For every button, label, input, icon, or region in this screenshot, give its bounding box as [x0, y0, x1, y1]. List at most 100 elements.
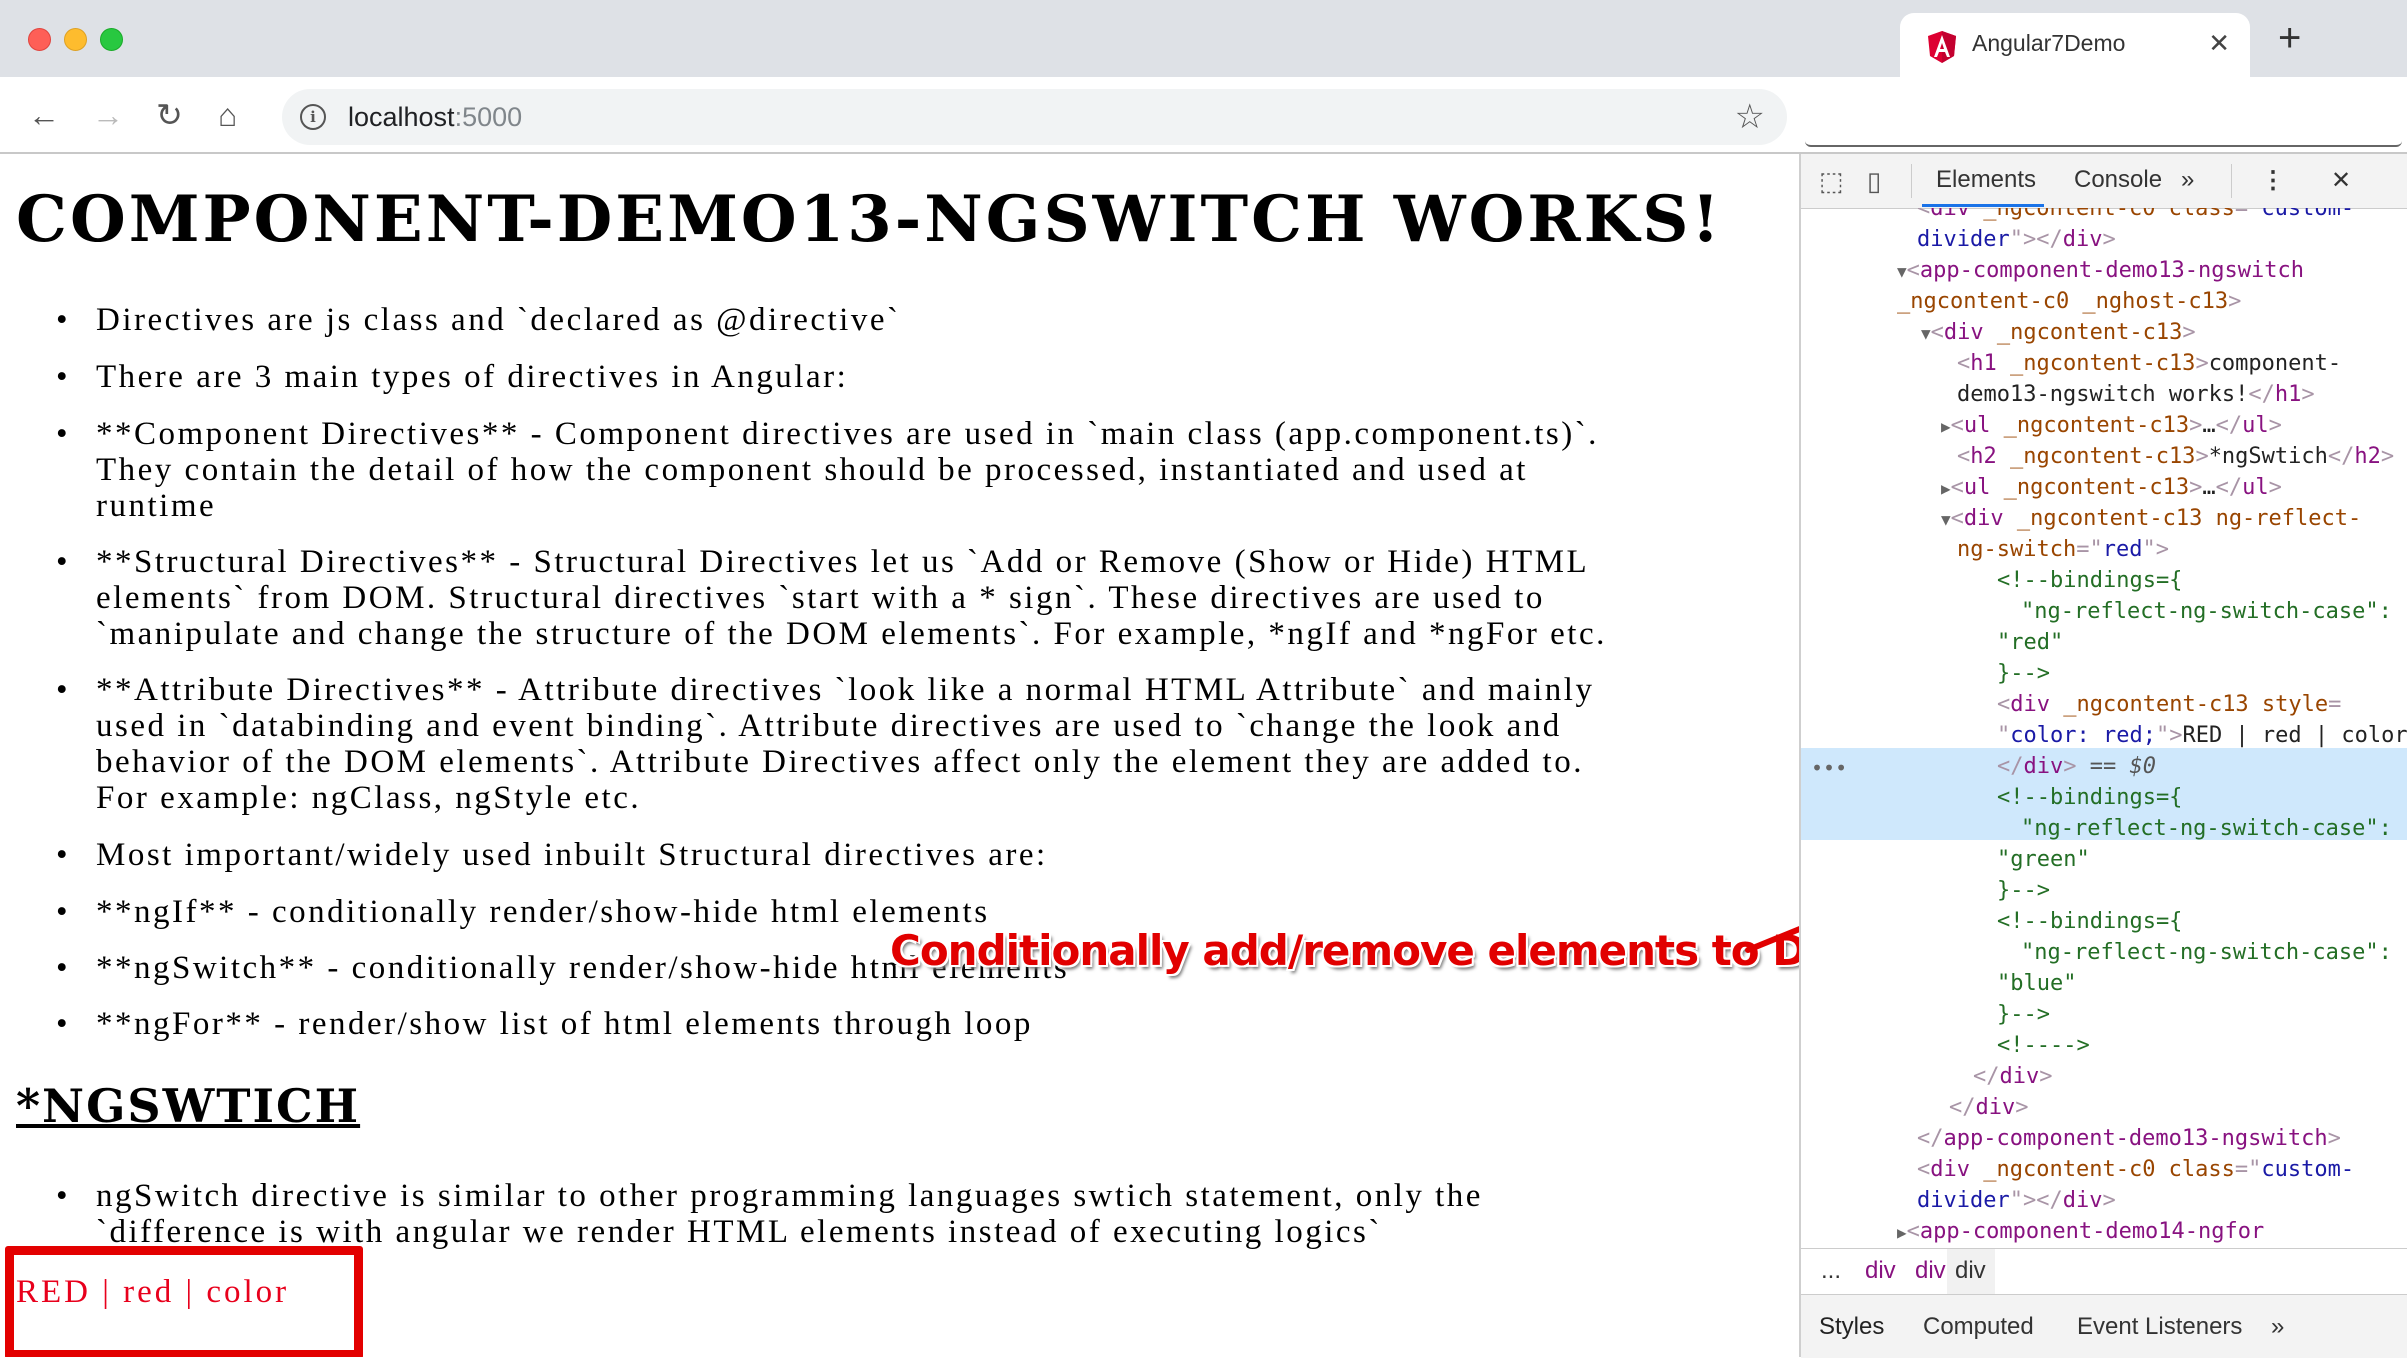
tab-close-icon[interactable]: ✕ [2208, 28, 2230, 59]
list-item-line: **Component Directives** - Component dir… [96, 416, 1599, 452]
list-item: ngSwitch directive is similar to other p… [56, 1178, 1776, 1250]
dom-node[interactable]: </app-component-demo13-ngswitch> [1917, 1123, 2341, 1154]
dom-comment[interactable]: "red" [1997, 627, 2063, 658]
list-item-text: **ngFor** - render/show list of html ele… [96, 1006, 1033, 1042]
page-content: COMPONENT-DEMO13-NGSWITCH WORKS! Directi… [0, 154, 1799, 1357]
dom-node[interactable]: </div> [1949, 1092, 2029, 1123]
list-item: There are 3 main types of directives in … [56, 359, 1776, 395]
extensions-area [1805, 89, 2402, 147]
dom-comment[interactable]: "ng-reflect-ng-switch-case": [2021, 937, 2392, 968]
url-text[interactable]: localhost:5000 [348, 102, 522, 133]
dom-node[interactable]: _ngcontent-c0 _nghost-c13> [1897, 286, 2241, 317]
close-devtools-icon[interactable]: ✕ [2331, 166, 2351, 195]
dom-comment[interactable]: "green" [1997, 844, 2090, 875]
window-titlebar: Angular7Demo ✕ + [0, 0, 2407, 77]
section-heading: *NGSWTICH [16, 1079, 361, 1133]
dom-node[interactable]: <h1 _ngcontent-c13>component- [1957, 348, 2341, 379]
tab-title: Angular7Demo [1972, 30, 2126, 56]
back-icon[interactable]: ← [28, 95, 60, 135]
dom-comment[interactable]: "ng-reflect-ng-switch-case": [2021, 596, 2392, 627]
dom-tree[interactable]: ••• <div _ngcontent-c0 class="custom- di… [1801, 208, 2407, 1248]
address-bar[interactable]: i localhost:5000 ☆ [282, 89, 1787, 145]
info-icon[interactable]: i [300, 104, 326, 130]
close-window-button[interactable] [28, 28, 51, 51]
divider [1911, 164, 1912, 198]
list-item-line: used in `databinding and event binding`.… [96, 708, 1562, 744]
dom-node[interactable]: divider"></div> [1917, 224, 2116, 255]
inspect-element-icon[interactable]: ⬚ [1819, 166, 1844, 197]
url-host: localhost [348, 102, 455, 132]
tab-elements[interactable]: Elements [1936, 166, 2036, 194]
bookmark-star-icon[interactable]: ☆ [1735, 97, 1765, 137]
breadcrumb: ... div div div [1801, 1248, 2407, 1295]
dom-node-selected[interactable]: "color: red;">RED | red | color [1997, 720, 2407, 751]
dom-node[interactable]: ▶<ul _ngcontent-c13>…</ul> [1941, 472, 2282, 504]
dom-node[interactable]: ng-switch="red"> [1957, 534, 2169, 565]
forward-icon[interactable]: → [92, 95, 124, 135]
list-item-text: **ngIf** - conditionally render/show-hid… [96, 894, 990, 930]
dom-comment[interactable]: }--> [1997, 875, 2050, 906]
breadcrumb-item-active[interactable]: div [1955, 1257, 1986, 1285]
new-tab-button[interactable]: + [2278, 18, 2301, 58]
breadcrumb-item[interactable]: div [1915, 1257, 1946, 1285]
minimize-window-button[interactable] [64, 28, 87, 51]
dom-comment[interactable]: }--> [1997, 658, 2050, 689]
dom-node[interactable]: ▶<app-component-demo14-ngfor [1897, 1216, 2264, 1248]
dom-comment[interactable]: "blue" [1997, 968, 2076, 999]
dom-comment[interactable]: <!--bindings={ [1997, 565, 2182, 596]
dom-node[interactable]: ▼<div _ngcontent-c13 ng-reflect- [1941, 503, 2361, 535]
tab-console[interactable]: Console [2074, 166, 2162, 194]
list-item-text: Most important/widely used inbuilt Struc… [96, 837, 1048, 873]
kebab-menu-icon[interactable]: ⋮ [2261, 166, 2285, 195]
list-item: Directives are js class and `declared as… [56, 302, 1776, 338]
dom-node[interactable]: ▶<ul _ngcontent-c13>…</ul> [1941, 410, 2282, 442]
tab-styles[interactable]: Styles [1819, 1313, 1884, 1341]
list-item: **Structural Directives** - Structural D… [56, 544, 1776, 652]
dom-comment[interactable]: }--> [1997, 999, 2050, 1030]
list-item: **Attribute Directives** - Attribute dir… [56, 672, 1776, 816]
browser-toolbar: ← → ↻ ⌂ i localhost:5000 ☆ [0, 77, 2407, 154]
list-item: **ngFor** - render/show list of html ele… [56, 1006, 1776, 1042]
list-item: Most important/widely used inbuilt Struc… [56, 837, 1776, 873]
reload-icon[interactable]: ↻ [156, 95, 183, 135]
breadcrumb-item[interactable]: div [1865, 1257, 1896, 1285]
tab-event-listeners[interactable]: Event Listeners [2077, 1313, 2242, 1341]
list-item-line: ngSwitch directive is similar to other p… [96, 1178, 1483, 1214]
maximize-window-button[interactable] [100, 28, 123, 51]
list-item-line: **Structural Directives** - Structural D… [96, 544, 1590, 580]
highlight-box [5, 1246, 363, 1357]
node-actions-icon[interactable]: ••• [1811, 756, 1847, 780]
dom-comment[interactable]: <!--bindings={ [1997, 906, 2182, 937]
dom-node[interactable]: demo13-ngswitch works!</h1> [1957, 379, 2315, 410]
dom-node-selected[interactable]: </div> == $0 [1997, 751, 2156, 782]
device-toolbar-icon[interactable]: ▯ [1867, 166, 1881, 197]
more-subtabs-icon[interactable]: » [2271, 1313, 2284, 1341]
dom-node[interactable]: ▼<div _ngcontent-c13> [1921, 317, 2196, 349]
angular-logo-icon [1928, 31, 1956, 63]
dom-node[interactable]: ▼<app-component-demo13-ngswitch [1897, 255, 2304, 287]
dom-node-selected[interactable]: <div _ngcontent-c13 style= [1997, 689, 2341, 720]
devtools-header: ⬚ ▯ Elements Console » ⋮ ✕ [1801, 154, 2407, 209]
dom-node[interactable]: <div _ngcontent-c0 class="custom- [1917, 208, 2354, 224]
dom-comment[interactable]: "ng-reflect-ng-switch-case": [2021, 813, 2392, 844]
list-item-line: behavior of the DOM elements`. Attribute… [96, 744, 1584, 780]
dom-node[interactable]: </div> [1973, 1061, 2053, 1092]
tab-computed[interactable]: Computed [1923, 1313, 2034, 1341]
home-icon[interactable]: ⌂ [218, 95, 237, 135]
dom-node[interactable]: <div _ngcontent-c0 class="custom- [1917, 1154, 2354, 1185]
page-title: COMPONENT-DEMO13-NGSWITCH WORKS! [16, 182, 1723, 257]
list-item: **ngIf** - conditionally render/show-hid… [56, 894, 1776, 930]
dom-comment[interactable]: <!----> [1997, 1030, 2090, 1061]
list-item-line: `difference is with angular we render HT… [96, 1214, 1382, 1250]
styles-pane-tabs: Styles Computed Event Listeners » [1801, 1294, 2407, 1358]
list-item-text: Directives are js class and `declared as… [96, 302, 901, 338]
dom-node[interactable]: divider"></div> [1917, 1185, 2116, 1216]
more-tabs-icon[interactable]: » [2181, 166, 2194, 194]
list-item: **Component Directives** - Component dir… [56, 416, 1776, 524]
breadcrumb-ellipsis[interactable]: ... [1821, 1257, 1841, 1285]
divider [2231, 164, 2232, 198]
dom-comment[interactable]: <!--bindings={ [1997, 782, 2182, 813]
browser-tab[interactable]: Angular7Demo ✕ [1900, 13, 2250, 77]
list-item-line: They contain the detail of how the compo… [96, 452, 1528, 488]
dom-node[interactable]: <h2 _ngcontent-c13>*ngSwtich</h2> [1957, 441, 2394, 472]
